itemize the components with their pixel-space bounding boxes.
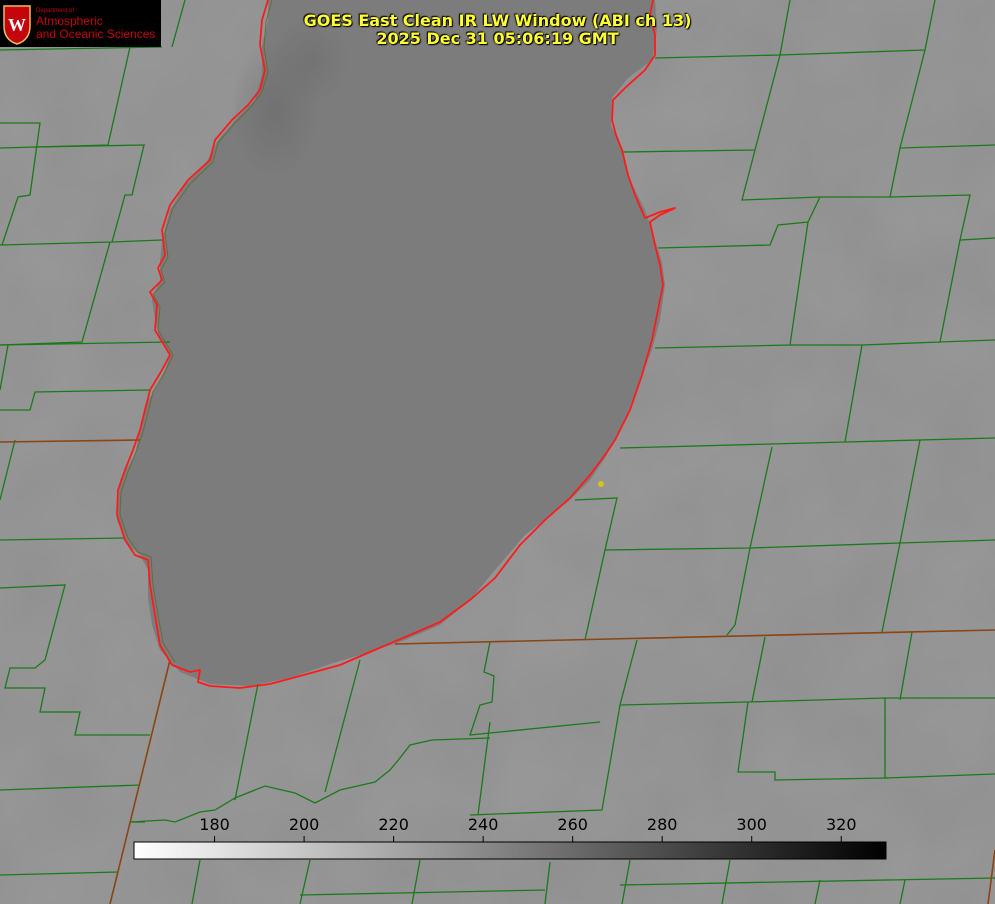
colorbar-tick-label: 220 [378,815,409,834]
colorbar-tick-label: 260 [557,815,588,834]
image-timestamp: 2025 Dec 31 05:06:19 GMT [376,29,619,48]
colorbar-tick-label: 200 [288,815,320,834]
colorbar-tick-label: 280 [646,815,678,834]
product-title: GOES East Clean IR LW Window (ABI ch 13) [303,11,692,30]
colorbar-tick-label: 320 [825,815,857,834]
colorbar-tick-label: 240 [467,815,499,834]
colorbar-tick-label: 180 [199,815,230,834]
colorbar-tick-label: 300 [736,815,767,834]
colorbar-gradient [133,841,887,860]
satellite-map [0,0,995,904]
location-marker [598,481,604,487]
